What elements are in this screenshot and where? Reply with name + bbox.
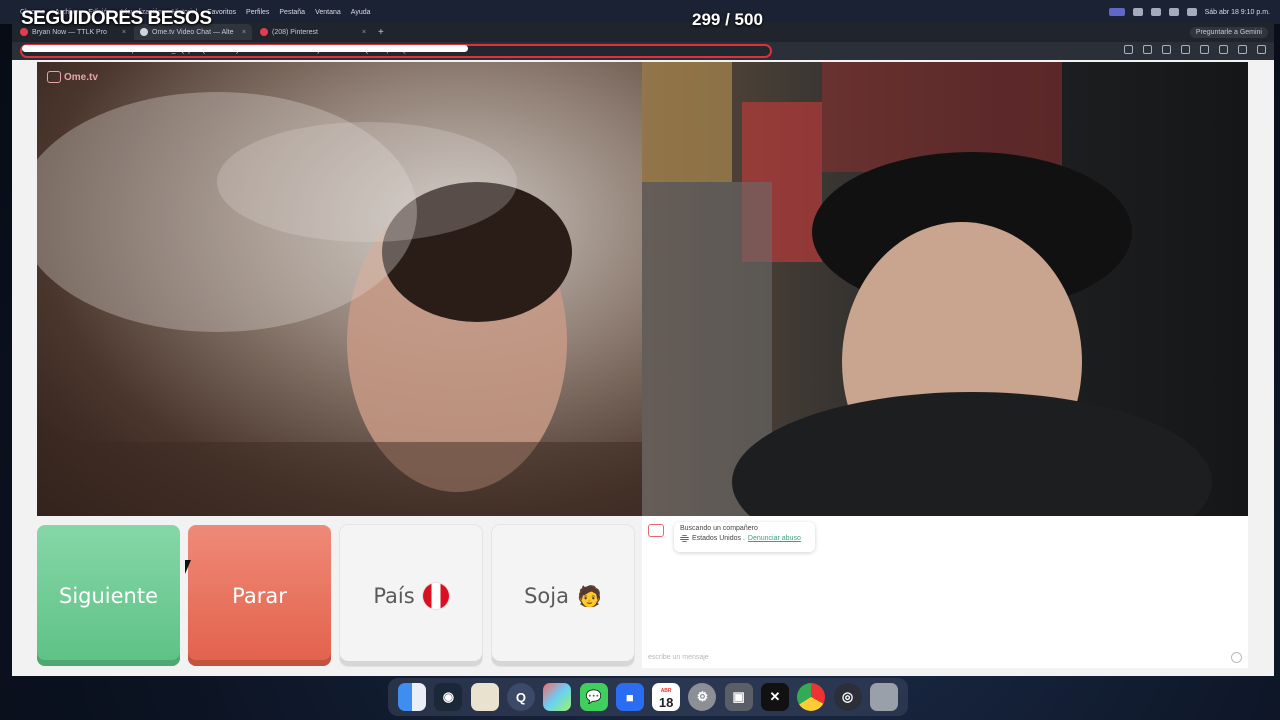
address-bar-row: ome.tv/#id=...Uq8BWEhmnH_8QJjfLKQk0Hm1o4… [12, 42, 1274, 60]
chat-input[interactable]: escribe un mensaje [648, 654, 709, 661]
control-center-icon[interactable] [1186, 8, 1197, 16]
gender-label: Soja [524, 583, 569, 608]
chat-panel: Buscando un compañero Estados Unidos . D… [642, 516, 1248, 668]
menu-ventana[interactable]: Ventana [315, 9, 341, 16]
emoji-icon[interactable] [1231, 652, 1242, 663]
stream-overlay-title: SEGUIDORES BESOS [21, 8, 212, 29]
system-message: Buscando un compañero Estados Unidos . D… [674, 522, 815, 552]
sidebar-icon[interactable] [1200, 45, 1209, 54]
ometv-watermark: Ome.tv [47, 71, 98, 83]
extensions-icon[interactable] [1181, 45, 1190, 54]
screenshot-icon[interactable]: ▣ [724, 683, 753, 711]
menubar-clock[interactable]: Sáb abr 18 9:10 p.m. [1205, 9, 1270, 16]
steam-icon[interactable]: ◉ [434, 683, 463, 711]
gender-filter-button[interactable]: Soja 🧑 [492, 525, 634, 666]
person-icon: 🧑 [576, 583, 602, 608]
next-label: Siguiente [58, 583, 159, 608]
us-flag-icon [680, 535, 689, 542]
messages-icon[interactable]: 💬 [579, 683, 608, 711]
report-abuse-link[interactable]: Denunciar abuso [748, 535, 801, 542]
stop-button[interactable]: Parar [188, 525, 331, 666]
calendar-day: 18 [658, 695, 674, 710]
stop-label: Parar [232, 583, 287, 608]
next-button[interactable]: Siguiente [37, 525, 180, 666]
trash-icon[interactable] [869, 683, 898, 711]
searching-status: Buscando un compañero [680, 525, 758, 532]
url-redaction [22, 45, 468, 52]
bookmark-star-icon[interactable] [1162, 45, 1171, 54]
menu-ayuda[interactable]: Ayuda [351, 9, 371, 16]
stranger-video: Ome.tv [37, 62, 642, 516]
tab-pinterest[interactable]: (208) Pinterest × [254, 24, 372, 40]
launchpad-icon[interactable] [543, 683, 572, 711]
dock: ◉ Q 💬 ■ ABR 18 ⚙ ▣ ✕ ◎ [388, 678, 908, 716]
obs-icon[interactable]: ◎ [833, 683, 862, 711]
download-icon[interactable] [1219, 45, 1228, 54]
close-icon[interactable]: × [242, 29, 246, 36]
play-icon[interactable] [1132, 8, 1143, 16]
gemini-button[interactable]: Preguntarle a Gemini [1189, 26, 1268, 38]
country-label: País [373, 583, 415, 608]
profile-avatar[interactable] [1238, 45, 1247, 54]
quicktime-icon[interactable]: Q [506, 683, 535, 711]
tab-title: (208) Pinterest [272, 28, 318, 36]
pinterest-icon [260, 28, 268, 36]
menu-kebab-icon[interactable] [1257, 45, 1266, 54]
ometv-logo-icon [47, 71, 61, 83]
ometv-logo-icon [648, 524, 664, 537]
cast-icon[interactable] [1143, 45, 1152, 54]
new-tab-button[interactable]: + [378, 27, 384, 38]
stream-overlay-counter: 299 / 500 [692, 10, 763, 29]
self-video-image [642, 62, 1212, 516]
notes-icon[interactable] [470, 683, 499, 711]
settings-icon[interactable]: ⚙ [688, 683, 717, 711]
mouse-cursor [185, 560, 196, 574]
partner-country: Estados Unidos . [692, 535, 745, 542]
search-icon[interactable] [1168, 8, 1179, 16]
stranger-video-image [37, 92, 642, 516]
ometv-page: Ome.tv Siguiente Parar País Soja 🧑 Busca… [12, 60, 1274, 676]
menu-perfiles[interactable]: Perfiles [246, 9, 269, 16]
chrome-icon[interactable] [797, 683, 826, 711]
country-filter-button[interactable]: País [340, 525, 482, 666]
watermark-text: Ome.tv [64, 71, 98, 83]
desktop: Chrome Archivo Edición Visualización His… [0, 0, 1280, 720]
capcut-icon[interactable]: ✕ [760, 683, 789, 711]
wifi-icon[interactable] [1150, 8, 1161, 16]
close-icon[interactable]: × [362, 29, 366, 36]
self-video [642, 62, 1248, 516]
translate-icon[interactable] [1124, 45, 1133, 54]
peru-flag-icon [422, 582, 449, 609]
roblox-icon[interactable]: ■ [615, 683, 644, 711]
calendar-icon[interactable]: ABR 18 [652, 683, 681, 711]
menu-pestana[interactable]: Pestaña [279, 9, 305, 16]
screen-record-icon[interactable] [1108, 8, 1125, 16]
finder-icon[interactable] [398, 683, 427, 711]
